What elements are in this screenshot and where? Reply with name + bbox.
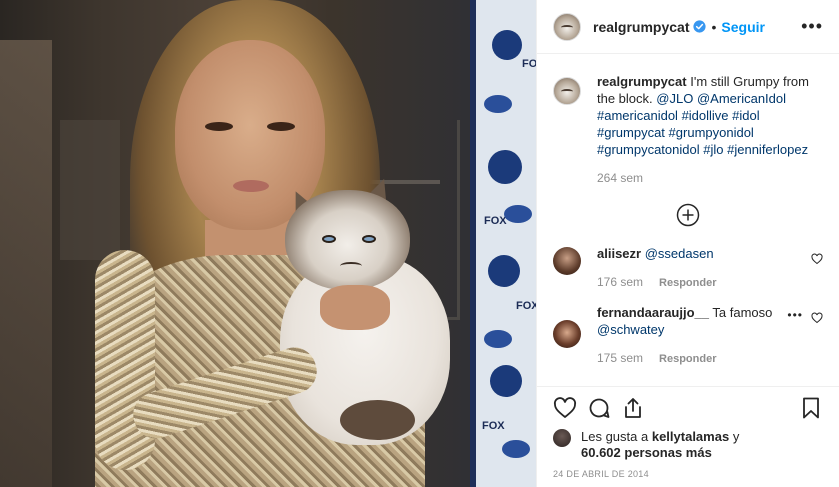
woman-arm [95,250,155,470]
comment-text: Ta famoso [712,305,773,320]
hashtag-link[interactable]: #idol [732,108,759,123]
comment-meta: 175 sem Responder [597,350,782,368]
cat-head [285,190,410,290]
ford-logo [502,440,530,458]
likes-count[interactable]: 60.602 personas más [581,445,712,460]
mention-link[interactable]: @JLO [656,91,693,106]
commenter-username[interactable]: fernandaaraujjo__ [597,305,709,320]
hashtag-link[interactable]: #jlo [703,142,723,157]
comment-meta: 176 sem Responder [597,274,782,292]
hashtag-link[interactable]: #idollive [682,108,729,123]
eye [267,122,295,131]
hashtag-link[interactable]: #americanidol [597,108,678,123]
comment-timestamp[interactable]: 175 sem [597,351,643,365]
bookmark-icon[interactable] [799,396,823,420]
background-wall [0,40,52,487]
comments-section[interactable]: realgrumpycat I'm still Grumpy from the … [537,55,839,385]
mention-link[interactable]: @schwatey [597,322,664,337]
background-door [60,120,120,260]
ford-logo [484,95,512,113]
post-header: realgrumpycat • Seguir ••• [537,0,839,54]
idol-logo [492,30,522,60]
liker-username[interactable]: kellytalamas [652,429,729,444]
heart-icon[interactable] [553,396,577,420]
comment-more-options-icon[interactable]: ••• [787,308,803,322]
eye [205,122,233,131]
like-comment-heart-icon[interactable] [811,253,823,265]
comment-icon[interactable] [587,396,611,420]
instagram-post: FOX FOX FOX FOX [0,0,839,487]
verified-badge-icon [693,20,707,33]
share-icon[interactable] [621,396,645,420]
cat-tail [340,400,415,440]
fox-logo-text: FOX [516,300,536,312]
likes-prefix: Les gusta a [581,429,649,444]
action-bar: Les gusta a kellytalamas y 60.602 person… [537,386,839,479]
add-comment-icon[interactable] [676,203,700,227]
author-username[interactable]: realgrumpycat [593,19,689,35]
hashtag-link[interactable]: #grumpycat [597,125,665,140]
commenter-username[interactable]: aliisezr [597,246,641,261]
cat-eye [362,235,376,243]
comment-body: fernandaaraujjo__ Ta famoso @schwatey 17… [597,304,782,368]
comment-timestamp[interactable]: 176 sem [597,275,643,289]
fox-logo-text: FOX [522,58,536,70]
cat-mouth [340,262,362,270]
mention-link[interactable]: @AmericanIdol [697,91,786,106]
author-avatar[interactable] [553,12,581,41]
author-avatar[interactable] [553,77,581,105]
caption-username[interactable]: realgrumpycat [597,74,687,89]
more-options-icon[interactable]: ••• [801,16,823,37]
like-comment-heart-icon[interactable] [811,312,823,324]
commenter-avatar[interactable] [553,320,581,348]
post-date[interactable]: 24 DE ABRIL DE 2014 [553,469,823,479]
hashtag-link[interactable]: #grumpyonidol [669,125,754,140]
cat-eye [322,235,336,243]
fox-logo-text: FOX [482,420,505,432]
hashtag-link[interactable]: #grumpycatonidol [597,142,700,157]
comment-body: aliisezr @ssedasen 176 sem Responder [597,245,782,292]
post-photo[interactable]: FOX FOX FOX FOX [0,0,536,487]
caption-text: realgrumpycat I'm still Grumpy from the … [597,73,823,187]
woman-hand [320,285,390,330]
post-caption: realgrumpycat I'm still Grumpy from the … [537,55,839,187]
mention-link[interactable]: @ssedasen [645,246,714,261]
separator-dot: • [711,18,717,35]
likes-summary: Les gusta a kellytalamas y 60.602 person… [553,429,823,461]
lips [233,180,269,192]
action-row [553,395,823,421]
follow-button[interactable]: Seguir [721,19,765,35]
liker-avatar[interactable] [553,429,571,447]
idol-logo [488,255,520,287]
idol-logo [488,150,522,184]
caption-timestamp[interactable]: 264 sem [597,170,823,187]
ford-logo [484,330,512,348]
hashtag-link[interactable]: #jenniferlopez [727,142,808,157]
likes-conjunction: y [732,429,740,444]
likes-text: Les gusta a kellytalamas y 60.602 person… [581,429,739,461]
comment-item: fernandaaraujjo__ Ta famoso @schwatey 17… [537,304,839,368]
ford-logo [504,205,532,223]
reply-button[interactable]: Responder [659,353,716,365]
press-backdrop: FOX FOX FOX FOX [470,0,536,487]
commenter-avatar[interactable] [553,247,581,275]
post-sidebar: realgrumpycat • Seguir ••• realgrumpycat… [536,0,839,487]
idol-logo [490,365,522,397]
fox-logo-text: FOX [484,215,507,227]
comment-item: aliisezr @ssedasen 176 sem Responder [537,245,839,292]
reply-button[interactable]: Responder [659,277,716,289]
